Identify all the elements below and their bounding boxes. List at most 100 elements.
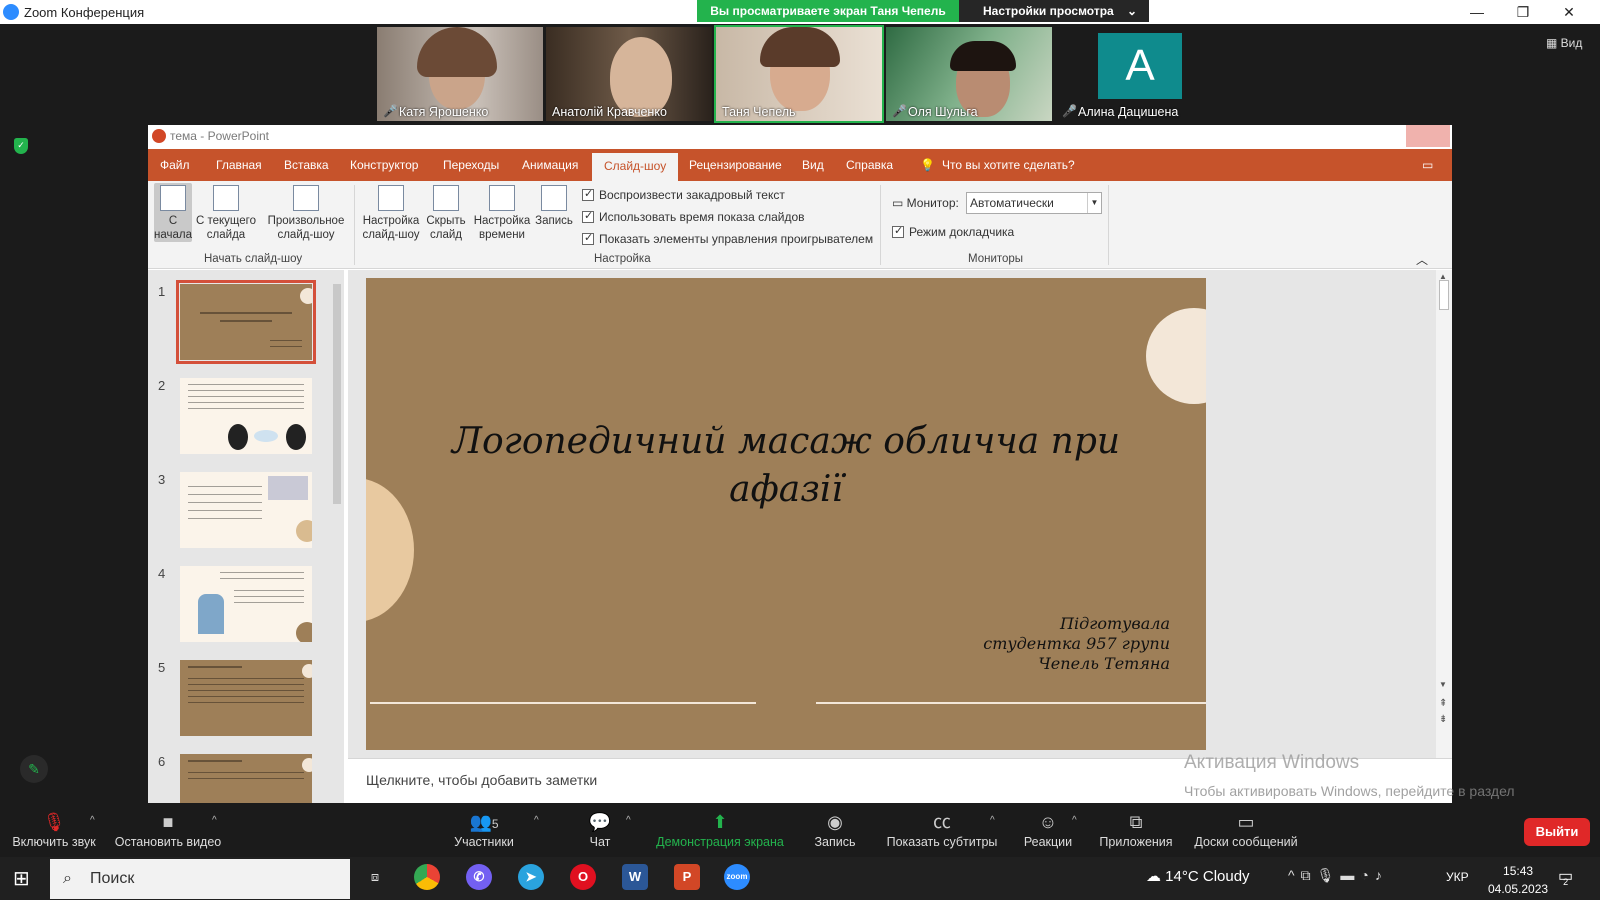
participant-tile[interactable]: 🎤 Оля Шульга [886, 27, 1052, 121]
battery-icon[interactable]: ▬ [1340, 867, 1360, 883]
chevron-up-icon[interactable]: ^ [90, 815, 95, 826]
setup-show-button[interactable]: Настройка слайд-шоу [360, 183, 422, 242]
decor-line [370, 702, 756, 704]
participant-tile-active-speaker[interactable]: Таня Чепель [714, 25, 884, 123]
record-icon [541, 185, 567, 211]
next-slide-icon[interactable]: ⇟ [1439, 714, 1447, 725]
participant-tile[interactable]: 🎤 Катя Ярошенко [377, 27, 543, 121]
chrome-icon[interactable] [414, 864, 440, 890]
from-start-button[interactable]: С начала [154, 183, 192, 242]
annotate-pen-icon[interactable]: ✎ [20, 755, 48, 783]
slide-scrollbar[interactable]: ▲ ▼ ⇞ ⇟ [1436, 270, 1452, 758]
share-screen-button[interactable]: ⬆ Демонстрация экрана [650, 809, 790, 849]
language-indicator[interactable]: УКР [1446, 870, 1469, 884]
close-icon[interactable]: ✕ [1546, 0, 1592, 24]
hide-slide-button[interactable]: Скрыть слайд [424, 183, 468, 242]
system-tray[interactable]: ^⧉🎙▬◔♪ [1288, 867, 1388, 884]
tab-animation[interactable]: Анимация [520, 149, 580, 181]
minimize-icon[interactable]: — [1454, 0, 1500, 24]
close-icon[interactable] [1406, 125, 1450, 147]
comments-icon[interactable]: ▭ [1420, 149, 1435, 181]
previous-slide-icon[interactable]: ⇞ [1439, 698, 1447, 709]
tab-home[interactable]: Главная [214, 149, 264, 181]
chat-icon: 💬 [588, 812, 612, 832]
monitor-select[interactable]: Автоматически ▼ [966, 192, 1102, 214]
tab-slideshow[interactable]: Слайд-шоу [592, 153, 679, 181]
thumbnails-scrollbar[interactable] [330, 270, 344, 780]
chevron-up-icon[interactable]: ^ [1288, 867, 1301, 883]
tab-insert[interactable]: Вставка [282, 149, 331, 181]
wifi-icon[interactable]: ◔ [1360, 867, 1374, 883]
collapse-ribbon-icon[interactable]: ︿ [1416, 251, 1428, 268]
participant-name: Оля Шульга [908, 105, 978, 119]
weather-widget[interactable]: ☁ 14°C Cloudy [1146, 867, 1250, 885]
volume-icon[interactable]: ♪ [1375, 867, 1388, 883]
chevron-up-icon[interactable]: ^ [534, 815, 539, 826]
captions-button[interactable]: ㏄ Показать субтитры [884, 809, 1000, 849]
slide-thumbnail[interactable] [180, 472, 312, 548]
view-button[interactable]: ▦ Вид [1546, 36, 1582, 50]
tab-review[interactable]: Рецензирование [687, 149, 784, 181]
rehearse-timings-button[interactable]: Настройка времени [472, 183, 532, 242]
task-view-icon[interactable]: ⧈ [362, 864, 388, 890]
record-button[interactable]: Запись [534, 183, 574, 228]
timings-checkbox[interactable]: Использовать время показа слайдов [582, 209, 805, 224]
slide-thumbnail[interactable] [176, 280, 316, 364]
opera-icon[interactable]: O [570, 864, 596, 890]
chevron-up-icon[interactable]: ^ [626, 815, 631, 826]
participant-tile[interactable]: A 🎤 Алина Дацишена [1056, 27, 1222, 121]
slide-thumbnail[interactable] [180, 566, 312, 642]
tell-me-search[interactable]: Что вы хотите сделать? [940, 149, 1077, 181]
slide-thumbnail[interactable] [180, 754, 312, 803]
word-icon[interactable]: W [622, 864, 648, 890]
participants-button[interactable]: 👥5 Участники [448, 809, 520, 849]
presenter-view-checkbox[interactable]: Режим докладчика [892, 224, 1014, 239]
mic-icon[interactable]: 🎙 [1317, 867, 1341, 883]
unmute-button[interactable]: 🎙 Включить звук [10, 809, 98, 849]
reactions-button[interactable]: ☺ Реакции [1022, 809, 1074, 849]
viber-icon[interactable]: ✆ [466, 864, 492, 890]
windows-start-icon[interactable]: ⊞ [13, 866, 30, 891]
apps-button[interactable]: ⧉ Приложения [1096, 809, 1176, 849]
security-shield-icon[interactable]: ✓ [14, 138, 28, 154]
slide-thumbnail[interactable] [180, 660, 312, 736]
rehearse-label: Настройка времени [473, 215, 531, 241]
unmute-label: Включить звук [12, 835, 96, 849]
tab-help[interactable]: Справка [844, 149, 895, 181]
stop-video-button[interactable]: ■ Остановить видео [112, 809, 224, 849]
zoom-icon[interactable]: zoom [724, 864, 750, 890]
from-current-label: С текущего слайда [195, 215, 256, 241]
notifications-icon[interactable]: ▭2 [1558, 866, 1578, 887]
chevron-up-icon[interactable]: ^ [1072, 815, 1077, 826]
network-icon[interactable]: ⧉ [1301, 867, 1317, 883]
tab-transitions[interactable]: Переходы [441, 149, 501, 181]
current-slide[interactable]: Логопедичний масаж обличча при афазії Пі… [366, 278, 1206, 750]
camera-icon: ■ [162, 812, 174, 832]
slide-thumbnail[interactable] [180, 378, 312, 454]
leave-button[interactable]: Выйти [1524, 818, 1590, 846]
powerpoint-icon[interactable]: P [674, 864, 700, 890]
apps-icon: ⧉ [1129, 812, 1143, 832]
taskbar-search[interactable]: ⌕ Поиск [50, 859, 350, 899]
custom-show-button[interactable]: Произвольное слайд-шоу [264, 183, 348, 242]
tab-design[interactable]: Конструктор [348, 149, 420, 181]
chevron-up-icon[interactable]: ^ [212, 815, 217, 826]
clock[interactable]: 15:43 04.05.2023 [1488, 862, 1548, 898]
whiteboards-button[interactable]: ▭ Доски сообщений [1190, 809, 1302, 849]
view-settings-button[interactable]: Настройки просмотра ⌄ [959, 0, 1149, 22]
slide-number: 6 [158, 754, 166, 769]
restore-icon[interactable]: ❐ [1500, 0, 1546, 24]
narration-checkbox[interactable]: Воспроизвести закадровый текст [582, 187, 785, 202]
tab-file[interactable]: Файл [158, 149, 192, 181]
chevron-up-icon[interactable]: ^ [990, 815, 995, 826]
media-controls-checkbox[interactable]: Показать элементы управления проигрывате… [582, 231, 873, 246]
tab-view[interactable]: Вид [800, 149, 826, 181]
captions-icon: ㏄ [933, 812, 951, 832]
slide-canvas: Логопедичний масаж обличча при афазії Пі… [348, 270, 1442, 758]
chat-button[interactable]: 💬 Чат [580, 809, 620, 849]
participant-tile[interactable]: Анатолій Кравченко [546, 27, 712, 121]
telegram-icon[interactable]: ➤ [518, 864, 544, 890]
weather-text: 14°C Cloudy [1165, 868, 1250, 885]
from-current-button[interactable]: С текущего слайда [194, 183, 258, 242]
record-button[interactable]: ◉ Запись [810, 809, 860, 849]
